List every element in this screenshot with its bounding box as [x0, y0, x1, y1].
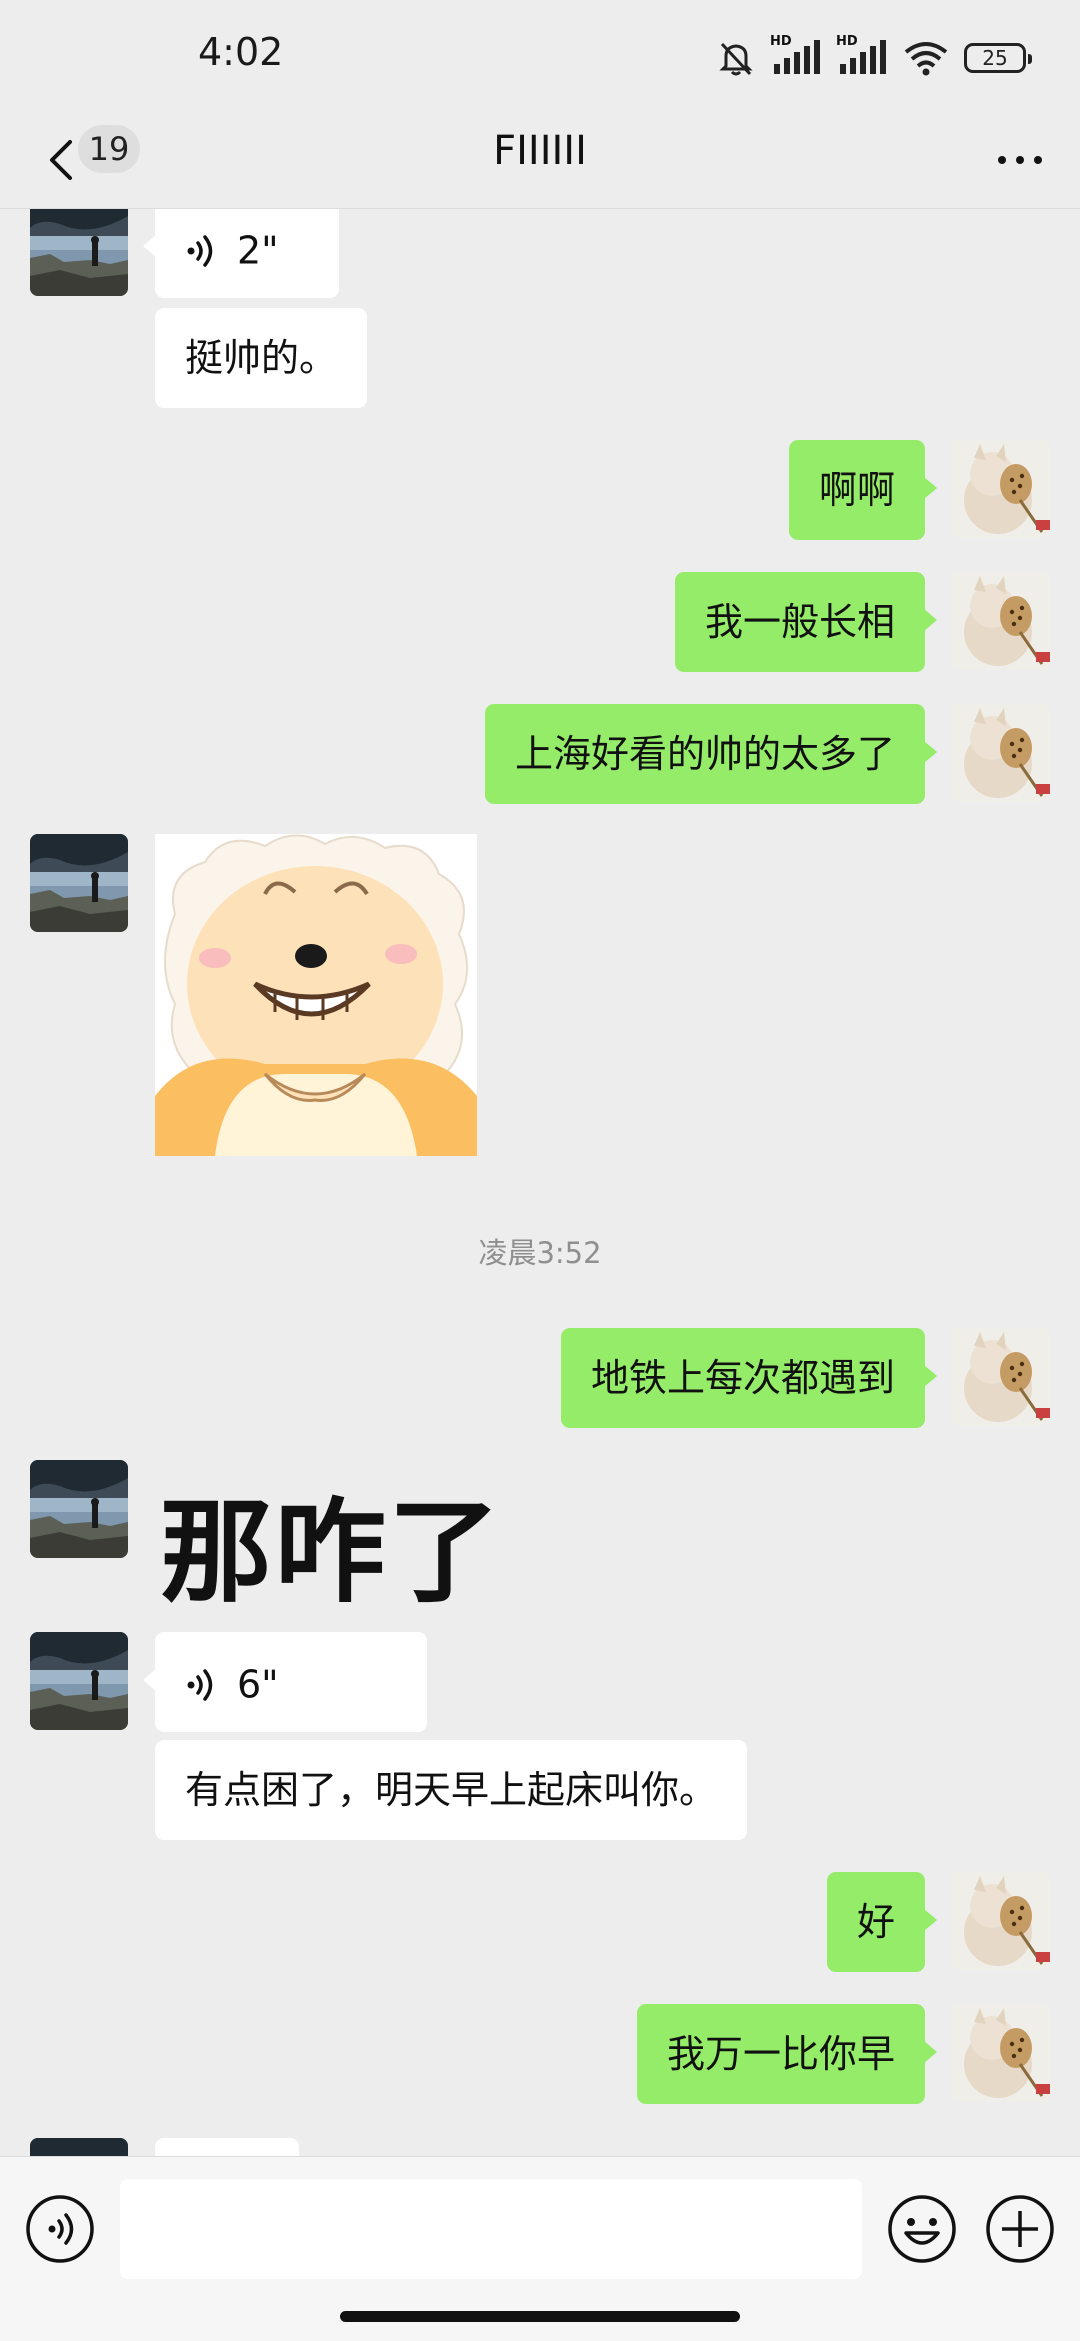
- text-message-bubble[interactable]: 有点困了，明天早上起床叫你。: [155, 1740, 748, 1840]
- text-message-bubble[interactable]: [155, 2138, 299, 2156]
- voice-duration: 6": [237, 1662, 279, 1707]
- battery-icon: 25: [964, 43, 1032, 73]
- contact-avatar[interactable]: [30, 208, 128, 296]
- voice-duration: 2": [237, 228, 279, 273]
- text-message-bubble[interactable]: 上海好看的帅的太多了: [484, 704, 938, 804]
- text-message-bubble[interactable]: 挺帅的。: [155, 308, 368, 408]
- text-message-bubble[interactable]: 我万一比你早: [636, 2004, 938, 2104]
- text-message-bubble[interactable]: 好: [826, 1872, 938, 1972]
- contact-avatar[interactable]: [30, 1460, 128, 1558]
- voice-message-bubble[interactable]: 6": [143, 1632, 427, 1732]
- plus-icon[interactable]: [984, 2193, 1056, 2265]
- contact-avatar[interactable]: [30, 2138, 128, 2156]
- my-avatar[interactable]: [952, 1328, 1050, 1426]
- text-message-bubble[interactable]: 地铁上每次都遇到: [560, 1328, 938, 1428]
- signal-1-icon: HD: [770, 34, 822, 76]
- hd-label-2: HD: [836, 34, 858, 49]
- chat-header: 19 FIIIIII: [0, 112, 1080, 209]
- my-avatar[interactable]: [952, 2004, 1050, 2102]
- emoji-icon[interactable]: [886, 2193, 958, 2265]
- voice-wave-icon: [185, 234, 213, 267]
- contact-avatar[interactable]: [30, 1632, 128, 1730]
- wifi-icon: [904, 42, 948, 76]
- hd-label-1: HD: [770, 34, 792, 49]
- contact-avatar[interactable]: [30, 834, 128, 932]
- message-input[interactable]: [120, 2179, 862, 2279]
- status-bar: 4:02 HD HD 25: [0, 0, 1080, 112]
- my-avatar[interactable]: [952, 1872, 1050, 1970]
- voice-message-bubble[interactable]: 2": [143, 208, 339, 298]
- my-avatar[interactable]: [952, 704, 1050, 802]
- input-bar: [0, 2156, 1080, 2341]
- chat-title: FIIIIII: [493, 128, 587, 174]
- chat-message-list[interactable]: 2" 挺帅的。 啊啊 我一般长相 上海好看的帅的太多了 凌晨3:52 地铁上每次…: [0, 208, 1080, 2156]
- mute-bell-icon: [719, 42, 753, 76]
- more-icon[interactable]: [990, 130, 1050, 190]
- signal-2-icon: HD: [836, 34, 888, 76]
- text-message-bubble[interactable]: 我一般长相: [674, 572, 938, 672]
- sticker-image[interactable]: [155, 834, 477, 1156]
- my-avatar[interactable]: [952, 572, 1050, 670]
- status-time: 4:02: [198, 30, 284, 74]
- voice-input-icon[interactable]: [24, 2193, 96, 2265]
- status-icons: HD HD 25: [716, 34, 1032, 82]
- large-text-message[interactable]: 那咋了: [160, 1462, 502, 1624]
- voice-wave-icon: [185, 1668, 213, 1701]
- text-message-bubble[interactable]: 啊啊: [788, 440, 938, 540]
- home-indicator[interactable]: [340, 2311, 740, 2322]
- my-avatar[interactable]: [952, 440, 1050, 538]
- chat-timestamp: 凌晨3:52: [478, 1236, 602, 1270]
